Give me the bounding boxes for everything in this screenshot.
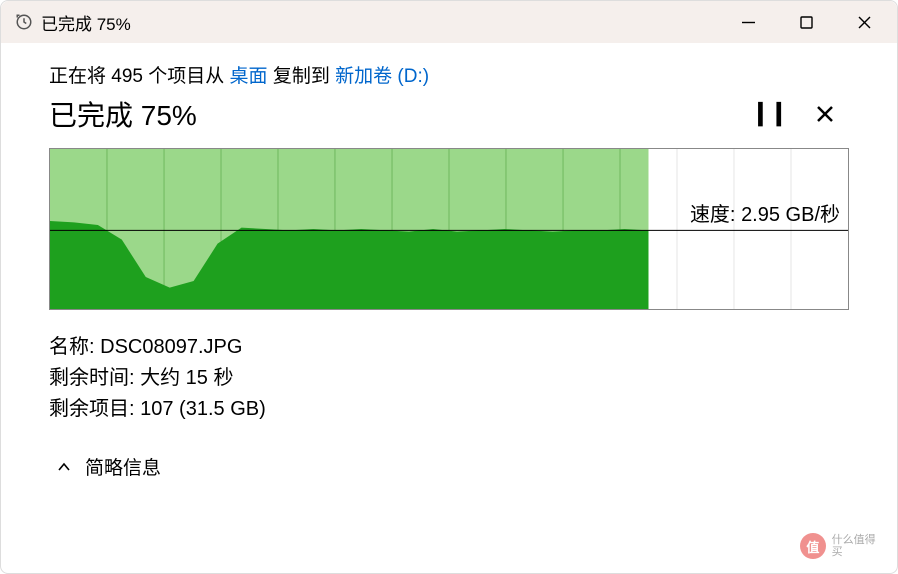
- details-block: 名称: DSC08097.JPG 剩余时间: 大约 15 秒 剩余项目: 107…: [49, 332, 849, 425]
- minimize-button[interactable]: [719, 1, 777, 43]
- cancel-button[interactable]: [801, 94, 849, 134]
- titlebar: 已完成 75%: [1, 1, 897, 43]
- clock-arrow-icon: [15, 13, 33, 31]
- speed-label-text: 速度:: [690, 204, 741, 226]
- operation-description: 正在将 495 个项目从 桌面 复制到 新加卷 (D:): [49, 61, 849, 88]
- window-title: 已完成 75%: [41, 10, 719, 35]
- op-prefix: 正在将: [49, 66, 111, 87]
- chevron-up-icon: [57, 460, 71, 474]
- toggle-label: 简略信息: [85, 453, 161, 480]
- detail-items: 剩余项目: 107 (31.5 GB): [49, 394, 849, 425]
- progress-row: 已完成 75% ▎▎: [49, 94, 849, 134]
- speed-label: 速度: 2.95 GB/秒: [688, 198, 842, 229]
- maximize-button[interactable]: [777, 1, 835, 43]
- content-area: 正在将 495 个项目从 桌面 复制到 新加卷 (D:) 已完成 75% ▎▎ …: [1, 43, 897, 573]
- pause-button[interactable]: ▎▎: [753, 94, 801, 134]
- speed-value: 2.95 GB/秒: [741, 204, 840, 226]
- details-toggle[interactable]: 简略信息: [49, 453, 849, 480]
- speed-chart: 速度: 2.95 GB/秒: [49, 148, 849, 310]
- detail-time: 剩余时间: 大约 15 秒: [49, 363, 849, 394]
- watermark-icon: 值: [800, 533, 826, 559]
- source-link[interactable]: 桌面: [230, 66, 268, 87]
- watermark: 值 什么值得买: [800, 530, 886, 562]
- op-mid1: 个项目从: [143, 66, 230, 87]
- op-mid2: 复制到: [268, 66, 336, 87]
- close-button[interactable]: [835, 1, 893, 43]
- watermark-text: 什么值得买: [832, 534, 886, 558]
- progress-percent: 已完成 75%: [49, 94, 753, 134]
- detail-name: 名称: DSC08097.JPG: [49, 332, 849, 363]
- dest-link[interactable]: 新加卷 (D:): [335, 66, 429, 87]
- op-count: 495: [111, 66, 143, 87]
- file-copy-dialog: 已完成 75% 正在将 495 个项目从 桌面 复制到 新加卷 (D:) 已完成…: [0, 0, 898, 574]
